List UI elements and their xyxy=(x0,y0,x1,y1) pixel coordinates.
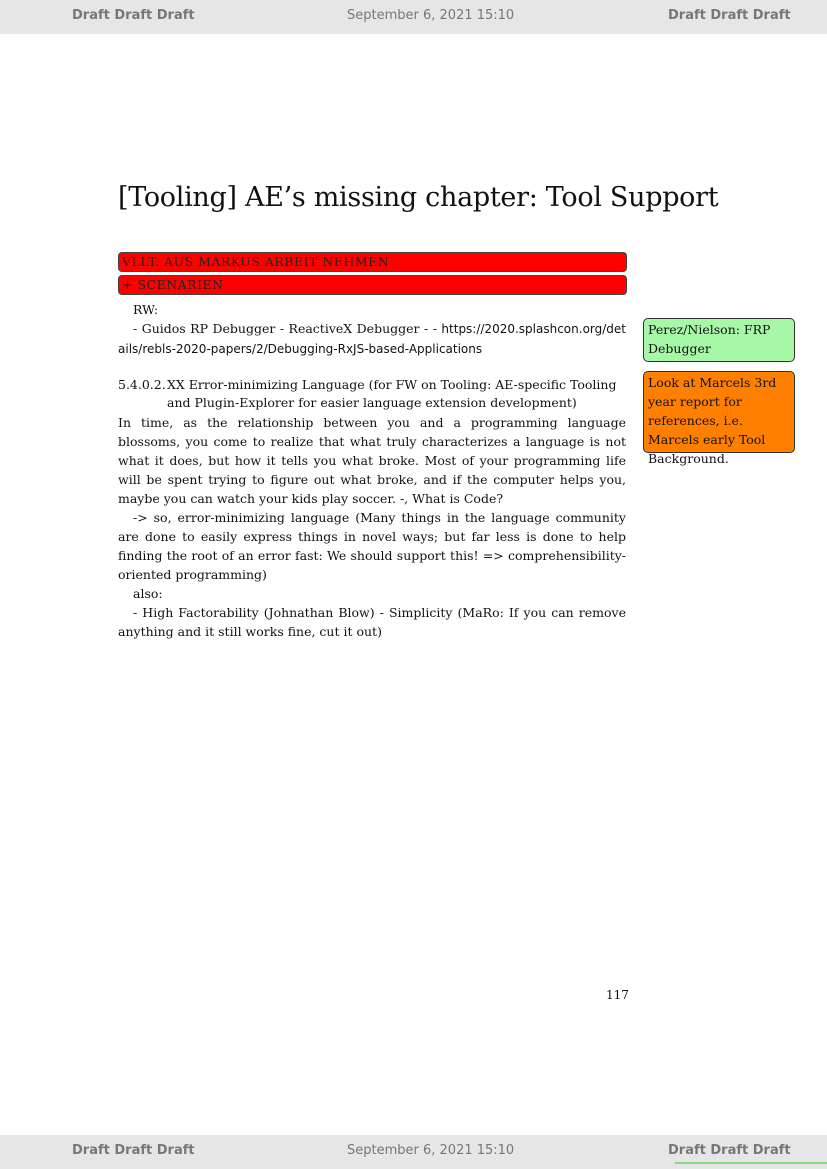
also-label: also: xyxy=(133,586,163,601)
subsection-heading: 5.4.0.2. XX Error-minimizing Language (f… xyxy=(118,376,626,412)
margin-note-marcels-report: Look at Marcels 3rd year report for refe… xyxy=(643,371,795,466)
todo-note-1: VLLT. AUS MARKUS ARBEIT NEHMEN xyxy=(118,252,627,272)
paragraph-1: In time, as the relationship between you… xyxy=(118,415,626,506)
footer-accent-line xyxy=(675,1162,827,1164)
header-date: September 6, 2021 15:10 xyxy=(347,8,515,23)
footer-right: Draft Draft Draft xyxy=(668,1143,791,1158)
rw-line: - Guidos RP Debugger - ReactiveX Debugge… xyxy=(118,319,626,359)
todo-note-2: + SCENARIEN xyxy=(118,275,627,295)
page-number: 117 xyxy=(606,988,629,1002)
page-header: Draft Draft Draft September 6, 2021 15:1… xyxy=(0,0,827,34)
margin-note-frp-debugger: Perez/Nielson: FRP Debugger xyxy=(643,318,795,362)
subsection-title: XX Error-minimizing Language (for FW on … xyxy=(167,377,617,410)
paragraph-2: -> so, error-minimizing language (Many t… xyxy=(118,510,626,582)
subsection-number: 5.4.0.2. xyxy=(118,377,166,392)
header-left: Draft Draft Draft xyxy=(72,8,195,23)
footer-date: September 6, 2021 15:10 xyxy=(347,1143,515,1158)
chapter-title: [Tooling] AE’s missing chapter: Tool Sup… xyxy=(118,182,719,213)
rw-label: RW: xyxy=(133,302,159,317)
body-paragraphs: In time, as the relationship between you… xyxy=(118,413,626,641)
footer-left: Draft Draft Draft xyxy=(72,1143,195,1158)
rw-line-prefix: - Guidos RP Debugger - ReactiveX Debugge… xyxy=(133,321,442,336)
header-right: Draft Draft Draft xyxy=(668,8,791,23)
paragraph-3: - High Factorability (Johnathan Blow) - … xyxy=(118,605,626,639)
related-work-block: RW: - Guidos RP Debugger - ReactiveX Deb… xyxy=(118,300,626,359)
